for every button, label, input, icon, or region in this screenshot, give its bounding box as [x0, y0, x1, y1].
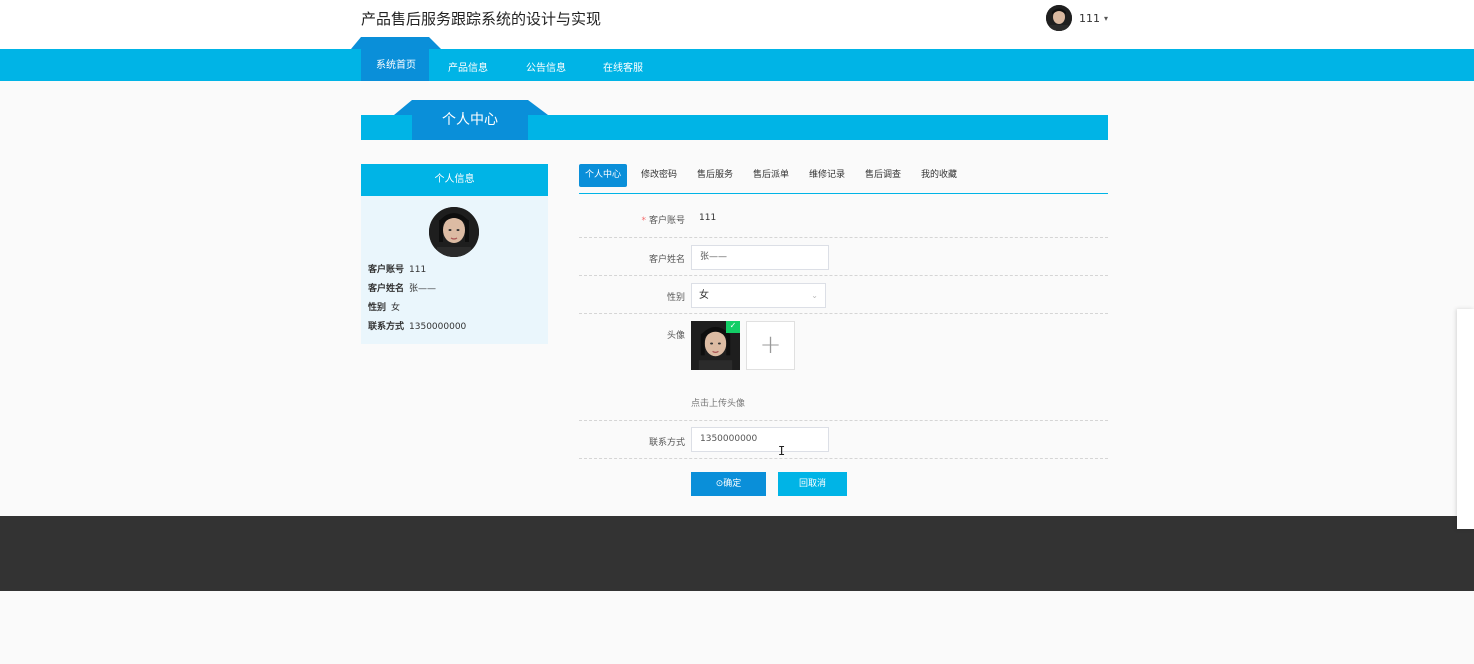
info-value: 1350000000 — [409, 322, 467, 332]
user-menu[interactable]: 111 ▾ — [1046, 5, 1108, 31]
account-label: * 客户账号 — [641, 213, 685, 226]
profile-side-panel: 个人信息 客户账号 111 客户姓名 张—— 性别女 联系方式 1350000000 — [361, 164, 548, 344]
section-title: 个人中心 — [442, 112, 498, 128]
phone-label: 联系方式 — [648, 438, 685, 448]
info-label: 性别 — [368, 303, 387, 313]
tab-service-dispatch[interactable]: 售后派单 — [753, 164, 789, 187]
chevron-down-icon: ⌄ — [811, 291, 818, 300]
page-footer — [0, 516, 1474, 591]
tab-change-password[interactable]: 修改密码 — [641, 164, 677, 187]
tab-after-sales-service[interactable]: 售后服务 — [697, 164, 733, 187]
name-input[interactable]: 张—— — [691, 245, 829, 270]
info-value: 张—— — [409, 284, 437, 294]
user-name[interactable]: 111 — [1079, 12, 1100, 25]
name-label: 客户姓名 — [648, 255, 685, 265]
tab-my-favorites[interactable]: 我的收藏 — [921, 164, 957, 187]
text-cursor-icon: I — [778, 444, 786, 458]
info-label: 客户账号 — [368, 265, 405, 275]
profile-info-row: 客户账号 111 — [368, 261, 466, 280]
info-label: 联系方式 — [368, 322, 405, 332]
avatar-image-icon — [429, 207, 479, 257]
profile-avatar — [429, 207, 479, 257]
cancel-button[interactable]: 回取消 — [778, 472, 847, 496]
form-row-phone: 联系方式 1350000000 — [579, 421, 1108, 459]
profile-tabs: 个人中心 修改密码 售后服务 售后派单 维修记录 售后调查 我的收藏 — [579, 164, 1108, 194]
confirm-button[interactable]: ⊙确定 — [691, 472, 766, 496]
info-value: 女 — [391, 303, 401, 313]
tab-personal-center[interactable]: 个人中心 — [579, 164, 628, 187]
form-row-account: * 客户账号 111 — [579, 200, 1108, 238]
site-title: 产品售后服务跟踪系统的设计与实现 — [361, 10, 602, 28]
top-header: 产品售后服务跟踪系统的设计与实现 111 ▾ — [0, 0, 1474, 49]
form-row-gender: 性别 女 ⌄ — [579, 276, 1108, 314]
nav-item-products[interactable]: 产品信息 — [448, 59, 488, 74]
form-row-avatar: 头像 ✓ + 点击上传头像 — [579, 314, 1108, 421]
profile-info-row: 客户姓名 张—— — [368, 280, 466, 299]
phone-input[interactable]: 1350000000 — [691, 427, 829, 452]
tab-repair-records[interactable]: 维修记录 — [809, 164, 845, 187]
info-label: 客户姓名 — [368, 284, 405, 294]
form-row-name: 客户姓名 张—— — [579, 238, 1108, 276]
account-value: 111 — [699, 213, 717, 223]
profile-info-list: 客户账号 111 客户姓名 张—— 性别女 联系方式 1350000000 — [368, 261, 466, 337]
nav-item-online-service[interactable]: 在线客服 — [603, 59, 643, 74]
upload-hint: 点击上传头像 — [691, 399, 746, 409]
side-panel-title: 个人信息 — [361, 164, 548, 196]
profile-info-row: 性别女 — [368, 299, 466, 318]
floating-side-panel[interactable] — [1457, 309, 1474, 529]
nav-item-home[interactable]: 系统首页 — [376, 56, 416, 71]
info-value: 111 — [409, 265, 427, 275]
uploaded-avatar-thumbnail[interactable]: ✓ — [691, 321, 740, 370]
required-mark: * — [641, 216, 646, 226]
main-navbar — [0, 49, 1474, 81]
nav-item-notices[interactable]: 公告信息 — [526, 59, 566, 74]
chevron-down-icon[interactable]: ▾ — [1104, 14, 1108, 23]
upload-add-button[interactable]: + — [746, 321, 795, 370]
profile-info-row: 联系方式 1350000000 — [368, 318, 466, 337]
user-avatar[interactable] — [1046, 5, 1072, 31]
gender-label: 性别 — [666, 293, 685, 303]
tab-after-sales-survey[interactable]: 售后调查 — [865, 164, 901, 187]
account-label-text: 客户账号 — [648, 216, 685, 226]
gender-selected-value: 女 — [699, 290, 709, 301]
upload-success-check-icon: ✓ — [726, 321, 740, 333]
gender-select[interactable]: 女 ⌄ — [691, 283, 826, 308]
avatar-image-icon — [1046, 5, 1072, 31]
avatar-label: 头像 — [666, 331, 685, 341]
